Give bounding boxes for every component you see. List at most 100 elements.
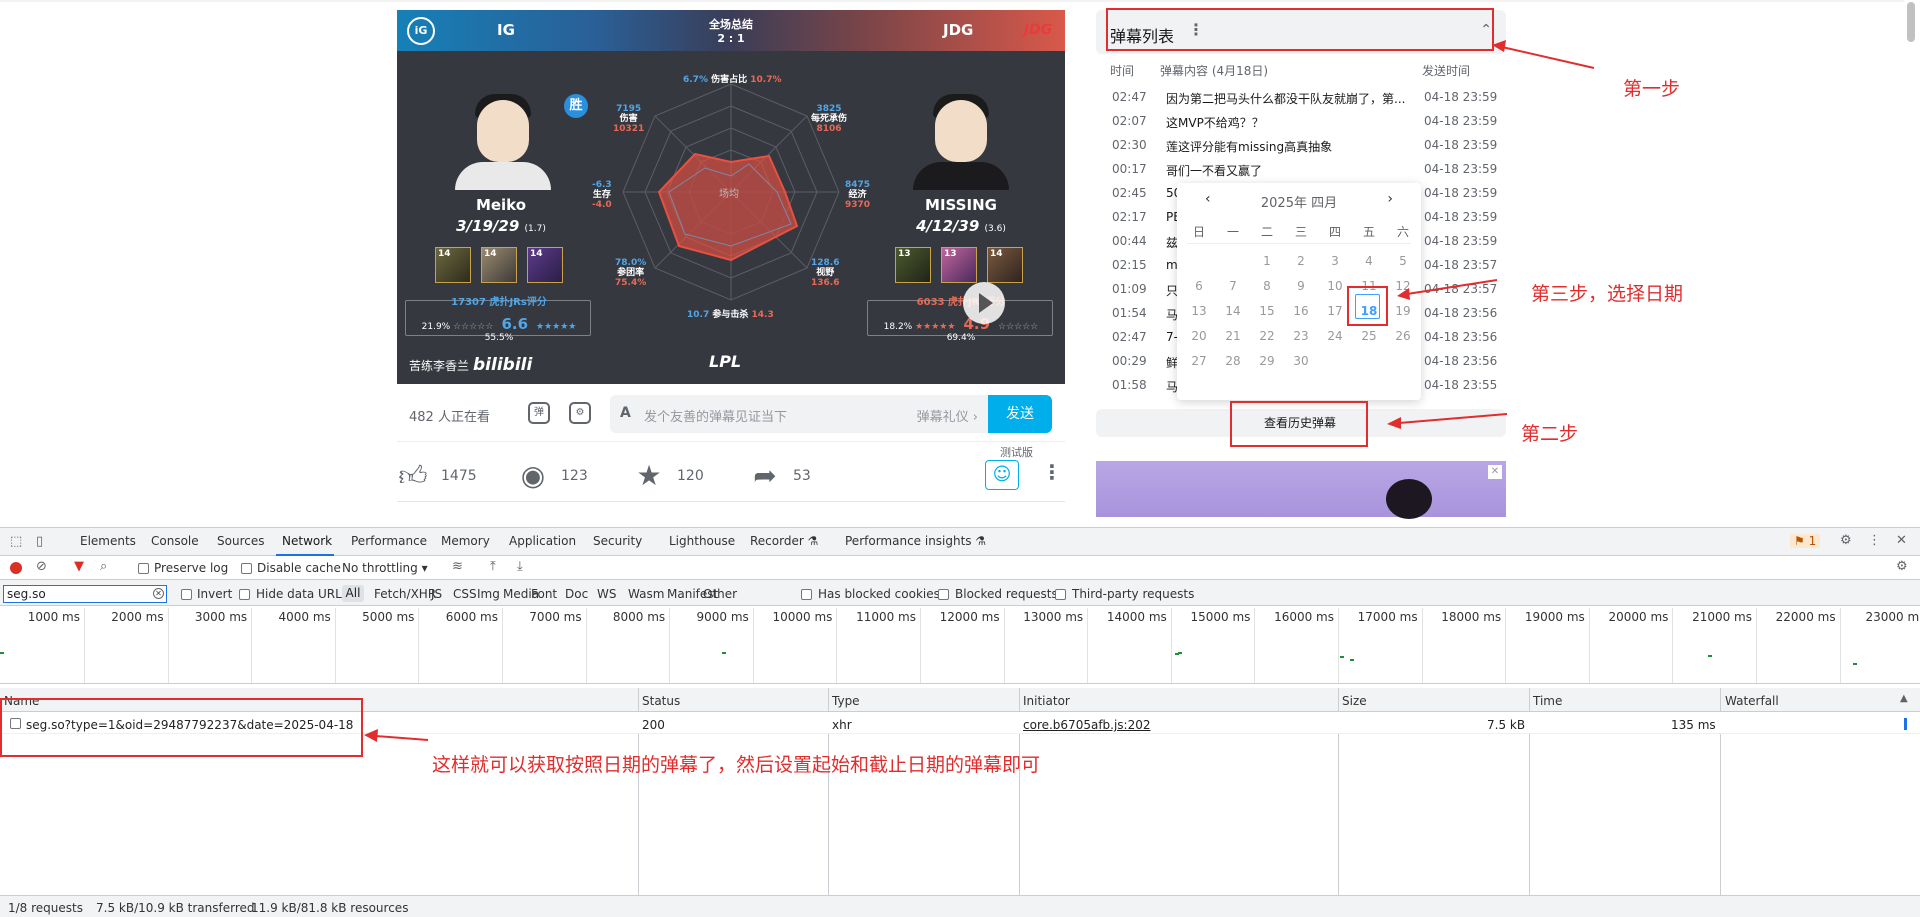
calendar-day[interactable]: 14 [1216, 299, 1250, 323]
calendar-day[interactable]: 13 [1182, 299, 1216, 323]
calendar-day[interactable]: 9 [1284, 274, 1318, 298]
close-devtools-icon[interactable]: ✕ [1896, 533, 1907, 548]
calendar-day[interactable]: 8 [1250, 274, 1284, 298]
danmaku-row[interactable]: 02:47 因为第二把马头什么都没干队友就崩了，第... 04-18 23:59 [1096, 86, 1506, 110]
type-filter-js[interactable]: JS [431, 587, 442, 601]
settings-gear-icon[interactable]: ⚙ [1840, 533, 1852, 548]
type-filter-other[interactable]: Other [703, 587, 737, 601]
type-filter-wasm[interactable]: Wasm [628, 587, 664, 601]
filter-input[interactable]: seg.so [3, 585, 167, 603]
preserve-log-checkbox[interactable] [138, 563, 149, 574]
danmaku-row[interactable]: 00:17 哥们一不看又赢了 04-18 23:59 [1096, 158, 1506, 182]
calendar-day[interactable]: 27 [1182, 349, 1216, 373]
danmaku-input[interactable]: A 发个友善的弹幕见证当下 弹幕礼仪 › [610, 395, 988, 433]
filter-icon[interactable]: ▼ [74, 559, 84, 574]
tab-security[interactable]: Security [593, 534, 642, 548]
calendar-day[interactable]: 6 [1182, 274, 1216, 298]
stat-participation: 10.7 参与击杀 14.3 [687, 310, 774, 320]
tab-sources[interactable]: Sources [217, 534, 264, 548]
import-har-icon[interactable]: ⤒ [490, 559, 496, 574]
search-icon[interactable]: ⌕ [100, 559, 107, 574]
disable-cache-checkbox[interactable] [241, 563, 252, 574]
tab-application[interactable]: Application [509, 534, 576, 548]
col-size[interactable]: Size [1342, 694, 1367, 708]
type-filter-css[interactable]: CSS [453, 587, 477, 601]
tab-recorder[interactable]: Recorder ⚗ [750, 534, 818, 548]
network-settings-icon[interactable]: ⚙ [1896, 559, 1908, 574]
col-type[interactable]: Type [832, 694, 860, 708]
close-icon[interactable]: ✕ [1488, 465, 1502, 479]
col-status[interactable]: Status [642, 694, 680, 708]
calendar-day[interactable]: 23 [1284, 324, 1318, 348]
sort-icon[interactable]: ▲ [1900, 693, 1908, 704]
tab-performance-insights[interactable]: Performance insights ⚗ [845, 534, 986, 548]
danmaku-etiquette-link[interactable]: 弹幕礼仪 › [917, 406, 978, 425]
danmaku-toggle-icon[interactable]: 弹 [528, 402, 550, 424]
inspect-icon[interactable]: ⬚ [10, 534, 22, 549]
calendar-day[interactable]: 22 [1250, 324, 1284, 348]
calendar-day[interactable]: 20 [1182, 324, 1216, 348]
calendar-day[interactable]: 24 [1318, 324, 1352, 348]
calendar-day[interactable]: 29 [1250, 349, 1284, 373]
calendar-day[interactable]: 26 [1386, 324, 1420, 348]
record-icon[interactable] [10, 562, 22, 574]
calendar-day[interactable]: 30 [1284, 349, 1318, 373]
annotation-arrow-step2 [1387, 413, 1508, 429]
calendar-day[interactable]: 4 [1352, 249, 1386, 273]
blocked-cookies-label: Has blocked cookies [818, 587, 940, 601]
third-party-checkbox[interactable] [1055, 589, 1066, 600]
danmaku-row[interactable]: 02:30 莲这评分能有missing高真抽象 04-18 23:59 [1096, 134, 1506, 158]
type-filter-font[interactable]: Font [531, 587, 557, 601]
send-button[interactable]: 发送 [988, 395, 1052, 433]
ad-banner[interactable]: ✕ [1096, 461, 1506, 519]
tab-lighthouse[interactable]: Lighthouse [669, 534, 735, 548]
calendar-day[interactable]: 7 [1216, 274, 1250, 298]
calendar-day[interactable]: 1 [1250, 249, 1284, 273]
type-filter-fetch-xhr[interactable]: Fetch/XHR [374, 587, 436, 601]
type-filter-img[interactable]: Img [477, 587, 500, 601]
stat-vision: 128.6 视野 136.6 [811, 258, 840, 288]
page-scrollbar[interactable] [1904, 0, 1920, 520]
col-initiator[interactable]: Initiator [1023, 694, 1070, 708]
calendar-day[interactable]: 15 [1250, 299, 1284, 323]
tab-network[interactable]: Network [282, 534, 332, 548]
calendar-day[interactable]: 2 [1284, 249, 1318, 273]
hide-data-urls-checkbox[interactable] [239, 589, 250, 600]
text-style-icon[interactable]: A [620, 405, 631, 421]
more-icon[interactable]: ⋮ [1042, 460, 1062, 484]
play-icon[interactable] [963, 282, 1005, 324]
type-filter-all[interactable]: All [342, 585, 364, 602]
danmaku-row[interactable]: 02:07 这MVP不给鸡？？ 04-18 23:59 [1096, 110, 1506, 134]
clear-icon[interactable]: ⊘ [36, 559, 47, 574]
tab-console[interactable]: Console [151, 534, 199, 548]
video-player[interactable]: iG IG 全场总结 2 : 1 JDG JDG 胜 Meiko 3/19/29… [397, 10, 1065, 384]
calendar-day[interactable]: 25 [1352, 324, 1386, 348]
throttling-select[interactable]: No throttling ▾ [342, 561, 428, 575]
network-conditions-icon[interactable]: ≋ [452, 559, 463, 574]
device-toolbar-icon[interactable]: ▯ [36, 534, 43, 549]
type-filter-doc[interactable]: Doc [565, 587, 588, 601]
col-time[interactable]: Time [1533, 694, 1562, 708]
tab-performance[interactable]: Performance [351, 534, 427, 548]
blocked-requests-checkbox[interactable] [938, 589, 949, 600]
request-initiator[interactable]: core.b6705afb.js:202 [1023, 718, 1151, 732]
calendar-day[interactable]: 3 [1318, 249, 1352, 273]
ai-assistant-icon[interactable]: ☺ [985, 460, 1019, 490]
calendar-day[interactable]: 21 [1216, 324, 1250, 348]
calendar-day[interactable]: 28 [1216, 349, 1250, 373]
tab-elements[interactable]: Elements [80, 534, 136, 548]
timeline-label: 17000 ms [1357, 610, 1418, 624]
next-month-icon[interactable]: › [1387, 191, 1393, 207]
col-waterfall[interactable]: Waterfall [1725, 694, 1779, 708]
issues-badge[interactable]: ⚑ 1 [1790, 534, 1821, 548]
calendar-day[interactable]: 16 [1284, 299, 1318, 323]
tab-memory[interactable]: Memory [441, 534, 490, 548]
clear-filter-icon[interactable]: ✕ [153, 588, 164, 599]
kebab-menu-icon[interactable]: ⋮ [1868, 533, 1881, 548]
danmaku-settings-icon[interactable]: ⚙ [569, 402, 591, 424]
blocked-cookies-checkbox[interactable] [801, 589, 812, 600]
invert-checkbox[interactable] [181, 589, 192, 600]
export-har-icon[interactable]: ⤓ [517, 559, 523, 574]
type-filter-ws[interactable]: WS [597, 587, 616, 601]
page-scrollbar-thumb[interactable] [1907, 2, 1915, 42]
